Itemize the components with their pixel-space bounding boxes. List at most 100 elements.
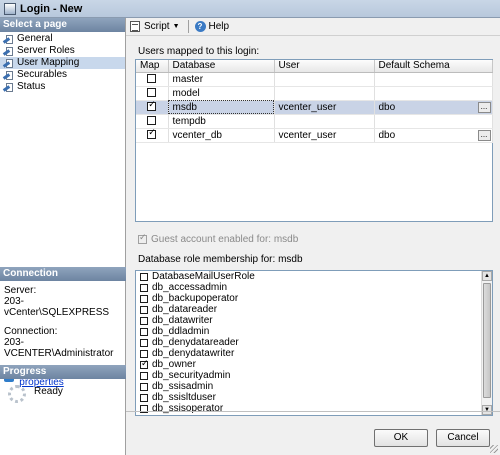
table-row[interactable]: vcenter_db vcenter_user dbo...: [136, 128, 493, 143]
role-checkbox[interactable]: [140, 358, 149, 371]
page-item-label: User Mapping: [17, 57, 80, 68]
schema-cell[interactable]: [374, 86, 493, 101]
list-item[interactable]: db_securityadmin: [136, 370, 492, 381]
map-checkbox[interactable]: [147, 116, 157, 126]
page-item-status[interactable]: Status: [0, 81, 125, 93]
list-item[interactable]: db_datawriter: [136, 315, 492, 326]
list-item[interactable]: db_accessadmin: [136, 282, 492, 293]
list-item[interactable]: db_owner: [136, 358, 492, 371]
map-checkbox[interactable]: [147, 88, 157, 98]
list-item[interactable]: db_ddladmin: [136, 326, 492, 337]
database-cell: msdb: [168, 100, 275, 115]
column-header-database[interactable]: Database: [168, 60, 275, 73]
role-label: db_owner: [152, 359, 196, 370]
map-checkbox[interactable]: [147, 100, 157, 112]
window-title: Login - New: [20, 2, 83, 15]
script-button[interactable]: Script ▼: [130, 21, 180, 32]
schema-cell[interactable]: dbo...: [374, 100, 493, 115]
column-header-map[interactable]: Map: [136, 60, 169, 73]
role-label: db_denydatawriter: [152, 348, 235, 359]
script-icon: [130, 21, 140, 32]
role-label: db_datawriter: [152, 315, 213, 326]
role-checkbox[interactable]: [140, 382, 148, 391]
list-item[interactable]: db_denydatawriter: [136, 348, 492, 359]
role-checkbox[interactable]: [140, 294, 148, 303]
connection-header: Connection: [0, 267, 126, 281]
title-bar: Login - New: [0, 0, 500, 18]
progress-spinner-icon: [8, 385, 26, 403]
table-row[interactable]: master: [136, 72, 493, 87]
progress-header: Progress: [0, 365, 126, 379]
role-checkbox[interactable]: [140, 272, 148, 281]
page-item-label: Server Roles: [17, 45, 75, 56]
role-checkbox[interactable]: [140, 316, 148, 325]
table-row[interactable]: msdb vcenter_user dbo...: [136, 100, 493, 115]
page-wrench-icon: [2, 34, 14, 44]
list-item[interactable]: db_denydatareader: [136, 337, 492, 348]
page-wrench-icon: [2, 58, 14, 68]
scrollbar-thumb[interactable]: [483, 283, 491, 398]
role-checkbox[interactable]: [140, 338, 148, 347]
help-icon: ?: [194, 21, 206, 32]
chevron-down-icon[interactable]: ▼: [173, 23, 180, 30]
role-checkbox[interactable]: [140, 371, 148, 380]
role-label: db_datareader: [152, 304, 218, 315]
role-checkbox[interactable]: [140, 327, 148, 336]
list-item[interactable]: db_backupoperator: [136, 293, 492, 304]
guest-checkbox: [138, 232, 147, 245]
map-checkbox[interactable]: [147, 74, 157, 84]
page-item-user-mapping[interactable]: User Mapping: [0, 57, 125, 69]
role-membership-list: DatabaseMailUserRole db_accessadmin db_b…: [135, 270, 493, 416]
schema-browse-button[interactable]: ...: [477, 129, 491, 141]
resize-grip-icon[interactable]: [490, 445, 498, 453]
cancel-button[interactable]: Cancel: [436, 429, 490, 447]
role-membership-label: Database role membership for: msdb: [138, 254, 303, 265]
role-checkbox[interactable]: [140, 349, 148, 358]
page-wrench-icon: [2, 46, 14, 56]
connection-value: 203-VCENTER\Administrator: [4, 337, 114, 359]
user-cell[interactable]: [274, 72, 375, 87]
list-item[interactable]: DatabaseMailUserRole: [136, 271, 492, 282]
connection-label: Connection:: [4, 326, 58, 337]
progress-status: Ready: [34, 386, 63, 397]
table-row[interactable]: tempdb: [136, 114, 493, 129]
list-item[interactable]: db_ssisadmin: [136, 381, 492, 392]
table-row[interactable]: model: [136, 86, 493, 101]
guest-label: Guest account enabled for: msdb: [151, 234, 299, 245]
user-cell[interactable]: vcenter_user: [274, 100, 375, 115]
help-button[interactable]: ? Help: [194, 21, 230, 32]
page-item-server-roles[interactable]: Server Roles: [0, 45, 125, 57]
database-cell: vcenter_db: [168, 128, 275, 143]
column-header-default-schema[interactable]: Default Schema: [374, 60, 493, 73]
ok-button[interactable]: OK: [374, 429, 428, 447]
role-label: db_denydatareader: [152, 337, 239, 348]
schema-browse-button[interactable]: ...: [477, 101, 491, 113]
main-pane: Script ▼ ? Help Users mapped to this log…: [126, 18, 500, 455]
select-page-header: Select a page: [0, 18, 125, 32]
list-item[interactable]: db_ssisltduser: [136, 392, 492, 403]
progress-section: Progress Ready: [0, 365, 126, 403]
user-cell[interactable]: [274, 86, 375, 101]
schema-cell[interactable]: dbo...: [374, 128, 493, 143]
list-item[interactable]: db_datareader: [136, 304, 492, 315]
user-cell[interactable]: [274, 114, 375, 129]
database-cell: tempdb: [168, 114, 275, 129]
help-label: Help: [208, 21, 230, 32]
role-list-scrollbar[interactable]: ▲ ▼: [481, 271, 492, 415]
database-cell: master: [168, 72, 275, 87]
schema-cell[interactable]: [374, 72, 493, 87]
user-cell[interactable]: vcenter_user: [274, 128, 375, 143]
role-label: db_accessadmin: [152, 282, 228, 293]
role-checkbox[interactable]: [140, 305, 148, 314]
map-checkbox[interactable]: [147, 128, 157, 140]
dialog-button-bar: OK Cancel: [126, 411, 500, 455]
schema-cell[interactable]: [374, 114, 493, 129]
page-item-general[interactable]: General: [0, 33, 125, 45]
role-checkbox[interactable]: [140, 283, 148, 292]
page-item-securables[interactable]: Securables: [0, 69, 125, 81]
scroll-up-button[interactable]: ▲: [482, 271, 492, 281]
column-header-user[interactable]: User: [274, 60, 375, 73]
role-checkbox[interactable]: [140, 393, 148, 402]
toolbar: Script ▼ ? Help: [126, 18, 500, 36]
page-wrench-icon: [2, 70, 14, 80]
